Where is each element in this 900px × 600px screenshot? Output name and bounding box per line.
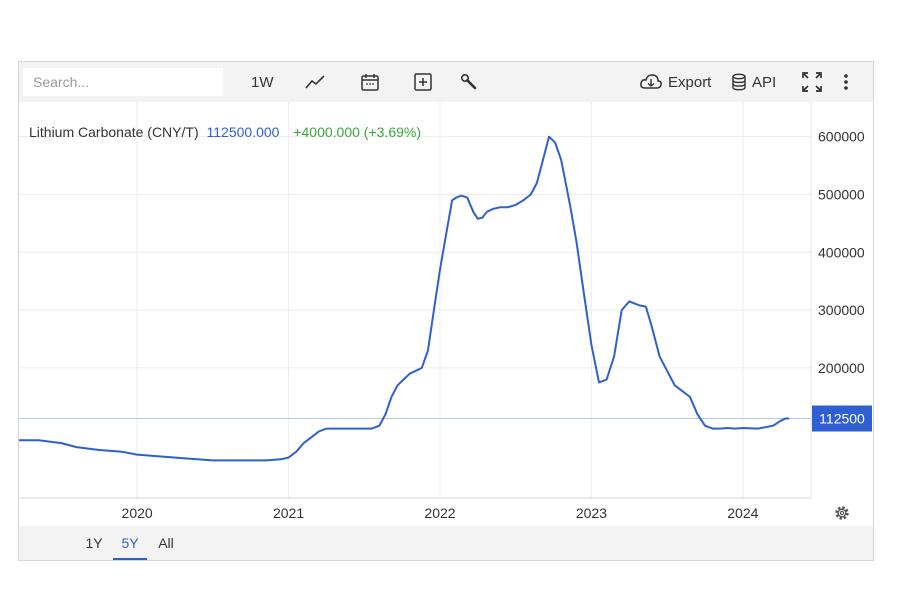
gear-icon [833, 506, 851, 526]
current-price-label: 112500 [819, 411, 865, 427]
interval-label: 1W [251, 73, 274, 91]
x-tick-label: 2020 [122, 505, 153, 521]
y-tick-label: 400000 [818, 244, 865, 260]
range-selector: 1Y 5Y All [19, 526, 873, 560]
cloud-download-icon [639, 73, 663, 91]
interval-button[interactable]: 1W [251, 62, 274, 102]
more-vertical-icon [841, 72, 851, 92]
legend-series-name: Lithium Carbonate (CNY/T) [29, 124, 199, 140]
range-all-button[interactable]: All [151, 526, 181, 560]
x-tick-label: 2023 [576, 505, 607, 521]
range-all-label: All [158, 535, 174, 551]
export-label: Export [668, 73, 712, 91]
series-line [19, 135, 790, 462]
y-tick-label: 200000 [818, 360, 865, 376]
date-range-button[interactable] [360, 62, 380, 102]
chart-toolbar: 1W Export [19, 62, 873, 102]
indicators-button[interactable] [459, 62, 479, 102]
range-1y-label: 1Y [85, 535, 103, 551]
range-1y-button[interactable]: 1Y [79, 526, 109, 560]
line-chart-icon [304, 73, 326, 91]
more-options-button[interactable] [841, 62, 851, 102]
chart-widget: 1W Export [18, 61, 874, 561]
export-button[interactable]: Export [639, 62, 711, 102]
wrench-icon [459, 72, 479, 92]
price-chart: 200000 300000 400000 500000 600000 2020 2021 20… [19, 102, 872, 521]
compare-button[interactable] [413, 62, 433, 102]
search-input[interactable] [23, 68, 223, 96]
y-tick-label: 300000 [818, 302, 865, 318]
x-tick-label: 2021 [273, 505, 304, 521]
plus-box-icon [413, 72, 433, 92]
x-tick-label: 2024 [727, 505, 758, 521]
chart-type-button[interactable] [304, 62, 326, 102]
chart-settings-button[interactable] [833, 504, 851, 527]
legend-last-value: 112500.000 [206, 124, 280, 140]
range-5y-label: 5Y [121, 535, 139, 551]
chart-area[interactable]: 200000 300000 400000 500000 600000 2020 2021 20… [19, 102, 873, 526]
range-5y-button[interactable]: 5Y [113, 526, 147, 560]
legend-change: +4000.000 (+3.69%) [293, 124, 421, 140]
api-label: API [752, 73, 777, 91]
api-button[interactable]: API [731, 62, 776, 102]
fullscreen-icon [801, 71, 823, 93]
y-tick-label: 500000 [818, 186, 865, 202]
calendar-icon [360, 72, 380, 92]
fullscreen-button[interactable] [801, 62, 823, 102]
chart-legend: Lithium Carbonate (CNY/T) 112500.000 +40… [29, 124, 425, 140]
database-icon [731, 73, 747, 91]
y-tick-label: 600000 [818, 129, 865, 145]
x-tick-label: 2022 [424, 505, 455, 521]
